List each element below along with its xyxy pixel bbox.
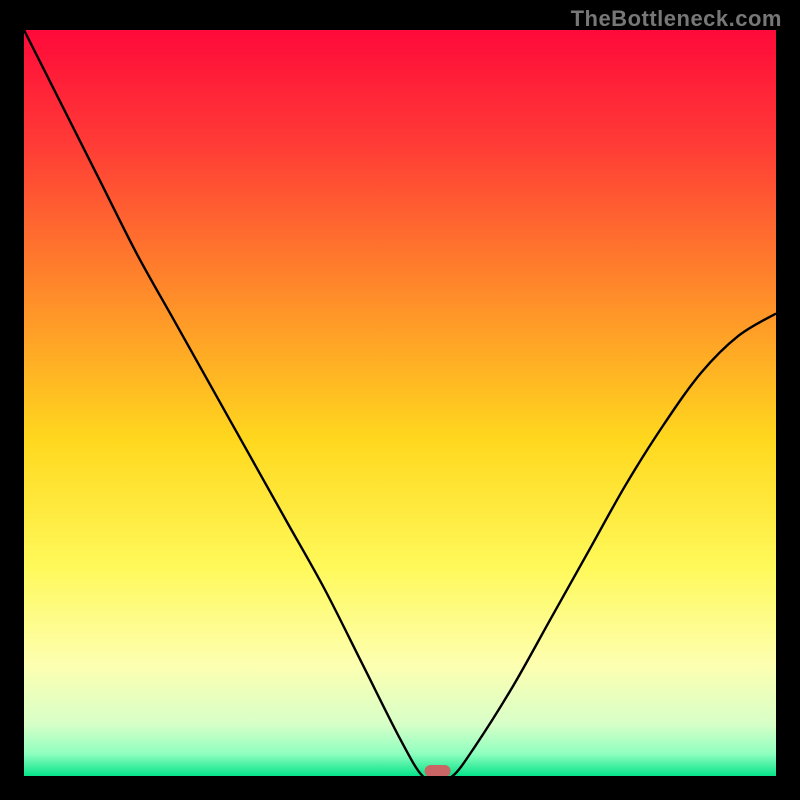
plot-area	[24, 30, 776, 776]
watermark-text: TheBottleneck.com	[571, 6, 782, 32]
optimal-marker	[425, 765, 451, 776]
chart-svg	[24, 30, 776, 776]
chart-frame: TheBottleneck.com	[0, 0, 800, 800]
gradient-background	[24, 30, 776, 776]
